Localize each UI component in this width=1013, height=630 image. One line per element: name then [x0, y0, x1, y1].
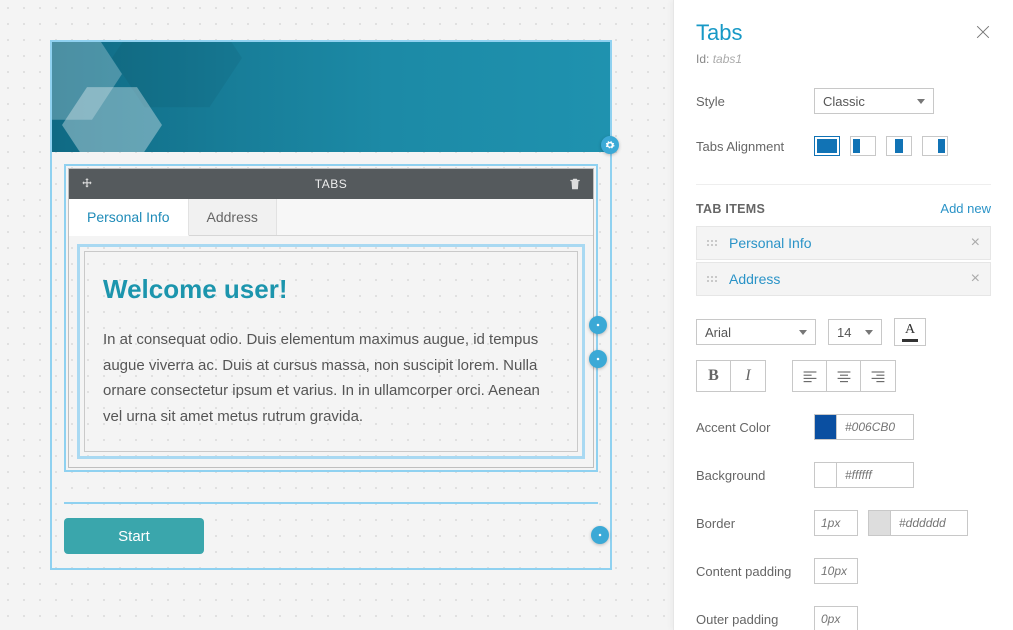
style-label: Style	[696, 94, 814, 109]
text-color-icon: A	[905, 323, 915, 337]
tab-item-row[interactable]: Address ×	[696, 262, 991, 296]
add-new-link[interactable]: Add new	[940, 201, 991, 216]
button-block-selection[interactable]: Start	[64, 502, 598, 554]
drag-handle-icon[interactable]	[707, 240, 717, 246]
tabs-widget-selection[interactable]: TABS Personal Info Address Welcome user!	[64, 164, 598, 472]
tab-item-name[interactable]: Address	[729, 271, 971, 287]
settings-handle-icon[interactable]	[589, 350, 607, 368]
border-color-input[interactable]	[891, 516, 967, 530]
text-color-button[interactable]: A	[894, 318, 926, 346]
tab-personal-info[interactable]: Personal Info	[69, 199, 189, 236]
start-button[interactable]: Start	[64, 518, 204, 554]
accent-color-field[interactable]	[814, 414, 914, 440]
align-left-button[interactable]	[793, 361, 827, 391]
widget-title: TABS	[97, 177, 565, 191]
outer-padding-input[interactable]	[814, 606, 858, 630]
settings-handle-icon[interactable]	[601, 136, 619, 154]
border-width-input[interactable]	[814, 510, 858, 536]
content-padding-label: Content padding	[696, 564, 814, 579]
align-center-option[interactable]	[886, 136, 912, 156]
tab-items-heading: TAB ITEMS	[696, 202, 765, 216]
inspector-title: Tabs	[696, 20, 991, 46]
chevron-down-icon	[799, 330, 807, 335]
chevron-down-icon	[865, 330, 873, 335]
background-label: Background	[696, 468, 814, 483]
accent-color-swatch[interactable]	[815, 415, 837, 439]
background-color-input[interactable]	[837, 468, 913, 482]
drag-handle-icon[interactable]	[707, 276, 717, 282]
italic-button[interactable]: I	[731, 361, 765, 391]
outer-padding-label: Outer padding	[696, 612, 814, 627]
delete-item-icon[interactable]: ×	[971, 270, 980, 288]
content-block-selection[interactable]: Welcome user! In at consequat odio. Duis…	[77, 244, 585, 459]
accent-color-input[interactable]	[837, 420, 913, 434]
tab-strip: Personal Info Address	[69, 199, 593, 236]
widget-header[interactable]: TABS	[69, 169, 593, 199]
align-right-button[interactable]	[861, 361, 895, 391]
tab-item-row[interactable]: Personal Info ×	[696, 226, 991, 260]
page-selection[interactable]: TABS Personal Info Address Welcome user!	[50, 40, 612, 570]
font-family-select[interactable]: Arial	[696, 319, 816, 345]
tab-address[interactable]: Address	[189, 199, 277, 235]
hero-block[interactable]	[52, 42, 610, 152]
design-canvas[interactable]: TABS Personal Info Address Welcome user!	[0, 0, 673, 630]
content-paragraph[interactable]: In at consequat odio. Duis elementum max…	[103, 327, 559, 429]
move-icon[interactable]	[77, 177, 97, 191]
style-select[interactable]: Classic	[814, 88, 934, 114]
align-center-button[interactable]	[827, 361, 861, 391]
accent-color-label: Accent Color	[696, 420, 814, 435]
inspector-panel: Tabs Id: tabs1 Style Classic Tabs Alignm…	[673, 0, 1013, 630]
trash-icon[interactable]	[565, 177, 585, 191]
border-color-swatch[interactable]	[869, 511, 891, 535]
align-full-option[interactable]	[814, 136, 840, 156]
tabs-alignment-label: Tabs Alignment	[696, 139, 814, 154]
settings-handle-icon[interactable]	[589, 316, 607, 334]
bold-button[interactable]: B	[697, 361, 731, 391]
content-heading[interactable]: Welcome user!	[103, 274, 559, 305]
border-color-field[interactable]	[868, 510, 968, 536]
border-label: Border	[696, 516, 814, 531]
align-left-option[interactable]	[850, 136, 876, 156]
background-color-swatch[interactable]	[815, 463, 837, 487]
tab-item-name[interactable]: Personal Info	[729, 235, 971, 251]
close-icon[interactable]	[973, 22, 993, 45]
font-size-select[interactable]: 14	[828, 319, 882, 345]
chevron-down-icon	[917, 99, 925, 104]
inspector-id: Id: tabs1	[696, 52, 991, 66]
content-padding-input[interactable]	[814, 558, 858, 584]
settings-handle-icon[interactable]	[591, 526, 609, 544]
delete-item-icon[interactable]: ×	[971, 234, 980, 252]
align-right-option[interactable]	[922, 136, 948, 156]
background-color-field[interactable]	[814, 462, 914, 488]
